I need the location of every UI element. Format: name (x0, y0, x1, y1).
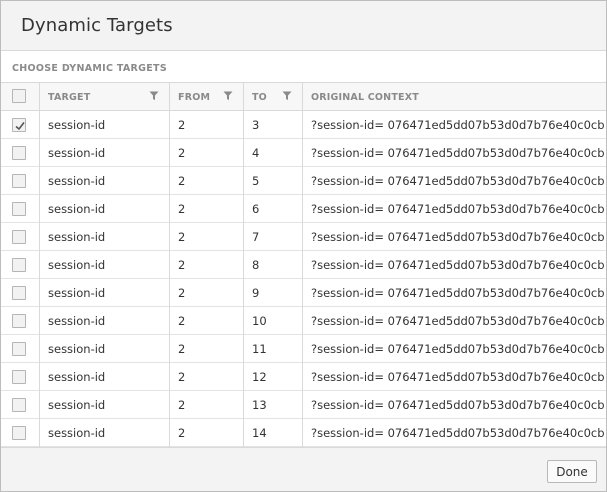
cell-original-context: ?session-id= 076471ed5dd07b53d0d7b76e40c… (311, 342, 604, 356)
row-checkbox[interactable] (12, 118, 26, 132)
cell-to: 5 (252, 174, 260, 188)
cell-original-context: ?session-id= 076471ed5dd07b53d0d7b76e40c… (311, 286, 604, 300)
cell-original-context: ?session-id= 076471ed5dd07b53d0d7b76e40c… (311, 202, 604, 216)
cell-to: 8 (252, 258, 260, 272)
table-row[interactable]: session-id 2 7 ?session-id= 076471ed5dd07b5… (1, 223, 606, 251)
cell-from: 2 (178, 426, 186, 440)
row-checkbox[interactable] (12, 174, 26, 188)
cell-target: session-id (48, 118, 106, 132)
cell-to: 4 (252, 146, 260, 160)
cell-original-context: ?session-id= 076471ed5dd07b53d0d7b76e40c… (311, 258, 604, 272)
table-row[interactable]: session-id 2 8 ?session-id= 076471ed5dd07b5… (1, 251, 606, 279)
cell-target: session-id (48, 202, 106, 216)
cell-from: 2 (178, 398, 186, 412)
dialog-titlebar: Dynamic Targets (1, 1, 606, 51)
column-header-from[interactable]: FROM (178, 83, 210, 111)
cell-from: 2 (178, 258, 186, 272)
cell-from: 2 (178, 314, 186, 328)
targets-grid: TARGET FROM TO ORIGINAL CONTEXT session-… (1, 83, 606, 447)
select-all-checkbox[interactable] (12, 89, 26, 103)
cell-original-context: ?session-id= 076471ed5dd07b53d0d7b76e40c… (311, 426, 604, 440)
column-divider (243, 83, 244, 447)
done-button[interactable]: Done (547, 460, 597, 483)
cell-target: session-id (48, 426, 106, 440)
table-row[interactable]: session-id 2 10 ?session-id= 076471ed5dd07b… (1, 307, 606, 335)
dialog-footer: Done (1, 447, 606, 491)
cell-to: 7 (252, 230, 260, 244)
cell-from: 2 (178, 202, 186, 216)
cell-to: 9 (252, 286, 260, 300)
cell-original-context: ?session-id= 076471ed5dd07b53d0d7b76e40c… (311, 314, 604, 328)
section-header: CHOOSE DYNAMIC TARGETS (1, 52, 606, 83)
column-header-target[interactable]: TARGET (48, 83, 90, 111)
row-checkbox[interactable] (12, 258, 26, 272)
cell-target: session-id (48, 370, 106, 384)
cell-target: session-id (48, 230, 106, 244)
cell-to: 14 (252, 426, 267, 440)
cell-target: session-id (48, 258, 106, 272)
dynamic-targets-dialog: Dynamic Targets CHOOSE DYNAMIC TARGETS T… (0, 0, 607, 492)
table-row[interactable]: session-id 2 4 ?session-id= 076471ed5dd07b5… (1, 139, 606, 167)
cell-target: session-id (48, 286, 106, 300)
column-header-original-context[interactable]: ORIGINAL CONTEXT (311, 83, 419, 111)
checkmark-icon (15, 122, 25, 131)
cell-target: session-id (48, 398, 106, 412)
table-row[interactable]: session-id 2 5 ?session-id= 076471ed5dd07b5… (1, 167, 606, 195)
cell-from: 2 (178, 118, 186, 132)
cell-target: session-id (48, 174, 106, 188)
filter-icon[interactable] (149, 91, 159, 101)
row-checkbox[interactable] (12, 370, 26, 384)
cell-original-context: ?session-id= 076471ed5dd07b53d0d7b76e40c… (311, 370, 604, 384)
row-checkbox[interactable] (12, 314, 26, 328)
cell-original-context: ?session-id= 076471ed5dd07b53d0d7b76e40c… (311, 146, 604, 160)
cell-target: session-id (48, 342, 106, 356)
cell-from: 2 (178, 174, 186, 188)
cell-from: 2 (178, 342, 186, 356)
column-divider (302, 83, 303, 447)
table-row[interactable]: session-id 2 11 ?session-id= 076471ed5dd07b… (1, 335, 606, 363)
table-row[interactable]: session-id 2 12 ?session-id= 076471ed5dd07b… (1, 363, 606, 391)
cell-target: session-id (48, 314, 106, 328)
table-row[interactable]: session-id 2 13 ?session-id= 076471ed5dd07b… (1, 391, 606, 419)
cell-target: session-id (48, 146, 106, 160)
grid-header-row: TARGET FROM TO ORIGINAL CONTEXT (1, 83, 606, 111)
row-checkbox[interactable] (12, 202, 26, 216)
column-header-to[interactable]: TO (252, 83, 267, 111)
cell-to: 13 (252, 398, 267, 412)
row-checkbox[interactable] (12, 426, 26, 440)
dialog-title: Dynamic Targets (21, 15, 173, 36)
table-row[interactable]: session-id 2 14 ?session-id= 076471ed5dd07b… (1, 419, 606, 447)
cell-to: 10 (252, 314, 267, 328)
cell-from: 2 (178, 370, 186, 384)
filter-icon[interactable] (282, 91, 292, 101)
cell-original-context: ?session-id= 076471ed5dd07b53d0d7b76e40c… (311, 118, 604, 132)
column-divider (169, 83, 170, 447)
cell-to: 3 (252, 118, 260, 132)
cell-from: 2 (178, 286, 186, 300)
section-label: CHOOSE DYNAMIC TARGETS (12, 63, 167, 74)
table-row[interactable]: session-id 2 9 ?session-id= 076471ed5dd07b5… (1, 279, 606, 307)
row-checkbox[interactable] (12, 286, 26, 300)
row-checkbox[interactable] (12, 398, 26, 412)
cell-to: 11 (252, 342, 267, 356)
row-checkbox[interactable] (12, 146, 26, 160)
row-checkbox[interactable] (12, 230, 26, 244)
cell-from: 2 (178, 230, 186, 244)
row-checkbox[interactable] (12, 342, 26, 356)
filter-icon[interactable] (223, 91, 233, 101)
table-row[interactable]: session-id 2 3 ?session-id= 076471ed5dd07b5… (1, 111, 606, 139)
cell-original-context: ?session-id= 076471ed5dd07b53d0d7b76e40c… (311, 398, 604, 412)
cell-original-context: ?session-id= 076471ed5dd07b53d0d7b76e40c… (311, 174, 604, 188)
column-divider (39, 83, 40, 447)
cell-from: 2 (178, 146, 186, 160)
table-row[interactable]: session-id 2 6 ?session-id= 076471ed5dd07b5… (1, 195, 606, 223)
cell-original-context: ?session-id= 076471ed5dd07b53d0d7b76e40c… (311, 230, 604, 244)
cell-to: 6 (252, 202, 260, 216)
cell-to: 12 (252, 370, 267, 384)
